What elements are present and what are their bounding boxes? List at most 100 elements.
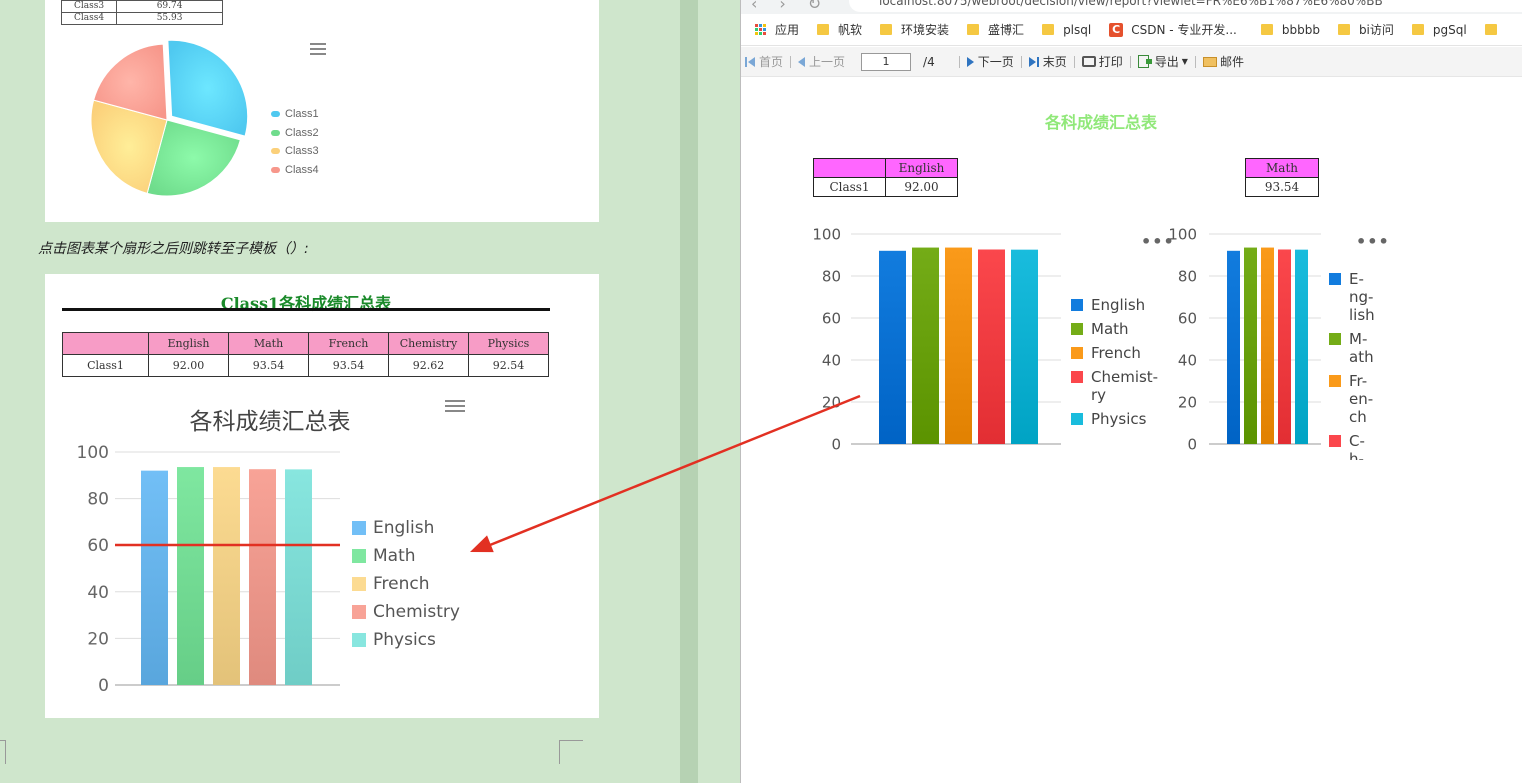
bookmark-env-install[interactable]: 环境安装 xyxy=(880,21,949,38)
legend-item[interactable]: M-ath xyxy=(1329,330,1375,366)
legend-item[interactable]: Physics xyxy=(352,626,460,654)
bar-chart[interactable]: 0 20 40 60 80 100 xyxy=(1168,220,1331,460)
y-tick-label: 20 xyxy=(1178,393,1197,411)
table-header-row: Math xyxy=(1245,158,1319,178)
legend-item[interactable]: Math xyxy=(352,542,460,570)
bookmark-csdn[interactable]: C CSDN - 专业开发... xyxy=(1109,21,1237,38)
table-cell: 93.54 xyxy=(308,354,389,377)
print-label: 打印 xyxy=(1098,55,1123,69)
first-page-arrow-icon xyxy=(748,56,755,67)
legend-item[interactable]: E-ng-lish xyxy=(1329,270,1375,324)
last-page-label: 末页 xyxy=(1042,55,1067,69)
bookmark-label: 盛博汇 xyxy=(988,23,1025,37)
bookmark-plsql[interactable]: plsql xyxy=(1042,23,1091,37)
email-button[interactable]: 邮件 xyxy=(1199,53,1248,70)
y-tick-label: 0 xyxy=(98,676,109,696)
page-corner-mark xyxy=(559,740,583,764)
bookmark-pgsql[interactable]: pgSql xyxy=(1411,23,1467,37)
legend-swatch xyxy=(352,605,366,619)
y-tick-label: 40 xyxy=(1178,351,1197,369)
y-tick-label: 60 xyxy=(1178,309,1197,327)
prev-page-button[interactable]: 上一页 xyxy=(794,53,849,70)
mail-icon xyxy=(1202,56,1217,67)
bookmark-bbbbb[interactable]: bbbbb xyxy=(1260,23,1320,37)
legend-item[interactable]: English xyxy=(352,514,460,542)
first-page-button[interactable]: 首页 xyxy=(741,53,787,70)
folder-icon xyxy=(880,24,893,35)
legend-swatch xyxy=(1071,323,1083,335)
bookmark-bi-access[interactable]: bi访问 xyxy=(1337,21,1394,38)
legend-item[interactable]: Class4 xyxy=(271,161,319,180)
legend-swatch xyxy=(1071,347,1083,359)
table-header-cell: English xyxy=(148,332,229,355)
table-header-cell[interactable]: English xyxy=(885,158,958,178)
toolbar-separator xyxy=(1194,55,1196,68)
legend-item[interactable]: English xyxy=(1071,296,1158,314)
email-label: 邮件 xyxy=(1219,55,1244,69)
bookmark-label: 环境安装 xyxy=(901,23,950,37)
legend-item[interactable]: Chemistry xyxy=(352,598,460,626)
bookmark-apps[interactable]: 应用 xyxy=(753,21,799,38)
first-page-label: 首页 xyxy=(759,55,784,69)
legend-item[interactable]: Fr-en-ch xyxy=(1329,372,1375,426)
legend-label: Class3 xyxy=(285,145,319,158)
nav-arrows[interactable]: ‹›↻ xyxy=(751,0,843,13)
pie-chart[interactable] xyxy=(45,0,599,222)
table-header-cell[interactable]: Math xyxy=(1245,158,1319,178)
bookmark-label: CSDN - 专业开发... xyxy=(1131,23,1237,37)
legend-label: E-ng-lish xyxy=(1349,270,1375,324)
legend-swatch xyxy=(1329,273,1341,285)
printer-icon xyxy=(1081,56,1096,67)
legend-swatch xyxy=(1329,435,1341,447)
bar-chart[interactable]: 0 20 40 60 80 100 xyxy=(45,434,599,714)
legend-item[interactable]: Class1 xyxy=(271,105,319,124)
y-tick-label: 80 xyxy=(87,490,109,510)
y-tick-label: 60 xyxy=(822,309,841,327)
hamburger-menu-icon[interactable] xyxy=(445,400,465,414)
legend-swatch xyxy=(352,521,366,535)
toolbar-separator xyxy=(1129,55,1131,68)
legend-item[interactable]: French xyxy=(352,570,460,598)
bar-chart[interactable]: 0 20 40 60 80 100 xyxy=(801,220,1071,460)
export-button[interactable]: 导出 ▼ xyxy=(1134,53,1192,70)
toolbar-separator xyxy=(958,55,960,68)
legend-swatch xyxy=(1071,413,1083,425)
next-page-button[interactable]: 下一页 xyxy=(963,53,1018,70)
y-tick-label: 80 xyxy=(822,267,841,285)
legend-label: Class1 xyxy=(285,108,319,121)
table-header-cell: Physics xyxy=(468,332,549,355)
address-bar[interactable]: localhost:8075/webroot/decision/view/rep… xyxy=(849,0,1522,12)
legend-item[interactable]: Class3 xyxy=(271,142,319,161)
bookmark-overflow[interactable] xyxy=(1484,24,1506,35)
bookmark-shengbohui[interactable]: 盛博汇 xyxy=(967,21,1024,38)
more-dots-icon[interactable]: ••• xyxy=(1356,232,1390,251)
legend-item[interactable]: Math xyxy=(1071,320,1158,338)
legend-item[interactable]: Physics xyxy=(1071,410,1158,428)
print-button[interactable]: 打印 xyxy=(1078,53,1127,70)
bookmark-label: 帆软 xyxy=(838,23,863,37)
folder-icon xyxy=(1260,24,1273,35)
legend-item[interactable]: French xyxy=(1071,344,1158,362)
legend-swatch xyxy=(1329,375,1341,387)
page-number-input[interactable]: 1 xyxy=(861,52,912,71)
table-header-row: English Math French Chemistry Physics xyxy=(62,332,549,355)
y-tick-label: 100 xyxy=(1168,225,1197,243)
bar xyxy=(249,469,276,685)
last-page-button[interactable]: 末页 xyxy=(1025,53,1071,70)
hamburger-menu-icon[interactable] xyxy=(310,43,326,55)
legend-item[interactable]: Class2 xyxy=(271,124,319,143)
bar xyxy=(285,469,312,685)
legend-swatch xyxy=(1329,333,1341,345)
bar xyxy=(213,467,240,685)
legend-item[interactable]: C-h- xyxy=(1329,432,1375,460)
legend-label: French xyxy=(373,574,430,594)
bar xyxy=(177,467,204,685)
document-caption: 点击图表某个扇形之后则跳转至子模板（）: xyxy=(38,241,309,257)
bookmark-fanruan[interactable]: 帆软 xyxy=(817,21,862,38)
first-page-icon xyxy=(745,56,747,67)
bookmark-label: 应用 xyxy=(775,23,800,37)
legend-item[interactable]: Chemist-ry xyxy=(1071,368,1158,404)
y-tick-label: 40 xyxy=(822,351,841,369)
legend-swatch xyxy=(271,166,280,173)
legend-label: Physics xyxy=(373,630,436,650)
